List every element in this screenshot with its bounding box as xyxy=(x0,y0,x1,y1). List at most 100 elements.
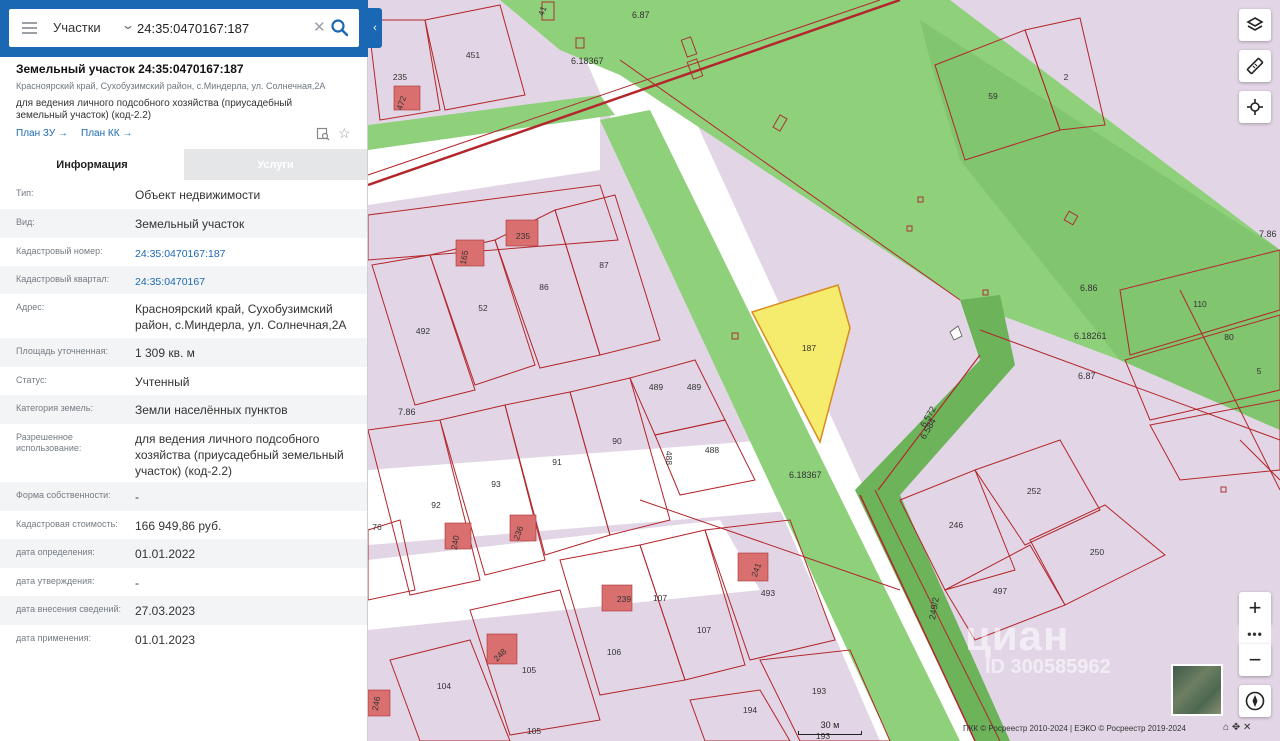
attribution-icons[interactable]: ⌂ ✥ ✕ xyxy=(1223,722,1251,733)
info-row-label: Адрес: xyxy=(16,302,45,312)
zone-number-label: 7.86 xyxy=(398,407,416,417)
info-row: Площадь уточненная: 1 309 кв. м xyxy=(0,338,367,367)
lot-number-label: 93 xyxy=(491,479,501,489)
info-row-label: Разрешенное использование: xyxy=(16,432,82,453)
info-row-label: Кадастровый номер: xyxy=(16,246,103,256)
lot-number-label: 52 xyxy=(478,303,488,313)
plus-icon: + xyxy=(1248,595,1262,620)
clear-icon[interactable]: ✕ xyxy=(313,18,326,36)
ruler-button[interactable] xyxy=(1239,50,1271,82)
lot-number-label: 105 xyxy=(522,665,536,675)
lot-number-label: 104 xyxy=(437,681,451,691)
satellite-minimap[interactable] xyxy=(1171,664,1223,716)
info-row-label: Вид: xyxy=(16,217,35,227)
lot-number-label: 239 xyxy=(617,594,631,604)
tab-bar: Информация Услуги xyxy=(0,149,367,180)
info-row: Тип: Объект недвижимости xyxy=(0,180,367,209)
crosshair-icon xyxy=(1247,99,1263,115)
info-row-value: 01.01.2022 xyxy=(135,547,196,561)
zone-number-label: 6.86 xyxy=(1080,283,1098,293)
layers-icon xyxy=(1246,17,1264,31)
zone-number-label: 6.87 xyxy=(1078,371,1096,381)
search-box: Участки ⌄ ✕ xyxy=(9,9,359,47)
info-row-value: 166 949,86 руб. xyxy=(135,519,222,533)
search-input[interactable] xyxy=(137,16,307,40)
lot-number-label: 497 xyxy=(993,586,1007,596)
info-row: Адрес: Красноярский край, Сухобузимский р… xyxy=(0,294,367,338)
info-row-value: для ведения личного подсобного хозяйства… xyxy=(135,432,344,478)
lot-number-label: 106 xyxy=(607,647,621,657)
info-row: Форма собственности: - xyxy=(0,482,367,511)
info-row-label: Форма собственности: xyxy=(16,490,111,500)
document-search-icon[interactable] xyxy=(316,127,330,141)
info-row: дата определения: 01.01.2022 xyxy=(0,539,367,568)
plan-kk-link[interactable]: План КК → xyxy=(81,128,132,139)
lot-number-label: 235 xyxy=(516,231,530,241)
menu-icon[interactable] xyxy=(22,21,38,35)
object-purpose: для ведения личного подсобного хозяйства… xyxy=(16,98,293,121)
info-row-value: 1 309 кв. м xyxy=(135,346,195,360)
zone-number-label: 6.87 xyxy=(632,10,650,20)
zone-number-label: 6.18261 xyxy=(1074,331,1107,341)
plan-zu-link[interactable]: План ЗУ → xyxy=(16,128,68,139)
search-type-select[interactable]: Участки xyxy=(53,20,101,35)
info-row-label: Статус: xyxy=(16,375,47,385)
object-address: Красноярский край, Сухобузимский район, … xyxy=(16,81,326,91)
info-row-value: Земли населённых пунктов xyxy=(135,403,288,417)
lot-number-label: 91 xyxy=(552,457,562,467)
lot-number-label: 187 xyxy=(802,343,816,353)
info-row-link[interactable]: 24:35:0470167:187 xyxy=(135,246,355,262)
lot-number-label: 193 xyxy=(812,686,826,696)
map-attribution: ПКК © Росреестр 2010-2024 | ЕЭКО © Росре… xyxy=(963,724,1186,733)
lot-number-label: 107 xyxy=(697,625,711,635)
info-row: дата внесения сведений: 27.03.2023 xyxy=(0,596,367,625)
layers-button[interactable] xyxy=(1239,9,1271,41)
watermark-id: ID 300585962 xyxy=(985,656,1111,678)
compass-icon xyxy=(1245,691,1265,711)
zone-number-label: 6.18367 xyxy=(571,56,604,66)
info-row-link[interactable]: 24:35:0470167 xyxy=(135,274,355,290)
watermark: циан xyxy=(965,612,1070,659)
info-panel: Участки ⌄ ✕ Земельный участок 24:35:0470… xyxy=(0,0,368,741)
more-options-button[interactable]: ••• xyxy=(1239,624,1271,644)
info-row: дата утверждения: - xyxy=(0,568,367,596)
search-bar: Участки ⌄ ✕ xyxy=(0,0,368,57)
compass-button[interactable] xyxy=(1239,685,1271,717)
lot-number-label: 86 xyxy=(539,282,549,292)
locate-button[interactable] xyxy=(1239,91,1271,123)
info-row-label: дата определения: xyxy=(16,547,95,557)
info-row-value: Земельный участок xyxy=(135,217,245,231)
search-icon[interactable] xyxy=(330,18,350,38)
chevron-down-icon[interactable]: ⌄ xyxy=(121,18,135,32)
info-row-label: дата применения: xyxy=(16,633,92,643)
zoom-in-button[interactable]: + xyxy=(1239,592,1271,624)
ruler-icon xyxy=(1246,57,1264,75)
star-icon[interactable]: ☆ xyxy=(338,125,351,142)
info-row-label: дата утверждения: xyxy=(16,576,95,586)
collapse-panel-button[interactable]: ‹ xyxy=(368,8,382,48)
lot-number-label: 489 xyxy=(687,382,701,392)
info-row-value: Объект недвижимости xyxy=(135,188,261,202)
tab-services[interactable]: Услуги xyxy=(184,149,367,180)
zoom-out-button[interactable]: − xyxy=(1239,644,1271,676)
lot-number-label: 90 xyxy=(612,436,622,446)
zone-number-label: 6.18367 xyxy=(789,470,822,480)
info-row-label: Категория земель: xyxy=(16,403,93,413)
lot-number-label: 235 xyxy=(393,72,407,82)
lot-number-label: 493 xyxy=(761,588,775,598)
lot-number-label: 105 xyxy=(527,726,541,736)
scale-bar xyxy=(798,731,862,735)
lot-number-label: 87 xyxy=(599,260,609,270)
info-table: Тип: Объект недвижимости Вид: Земельный уча… xyxy=(0,180,367,653)
info-row-label: Кадастровый квартал: xyxy=(16,274,110,284)
info-row: Кадастровый номер: 24:35:0470167:187 xyxy=(0,238,367,266)
info-row: Разрешенное использование: для ведения ли… xyxy=(0,424,367,482)
info-row: Кадастровый квартал: 24:35:0470167 xyxy=(0,266,367,294)
tab-information[interactable]: Информация xyxy=(0,149,184,180)
info-row: дата применения: 01.01.2023 xyxy=(0,625,367,653)
map-scale: 30 м xyxy=(798,720,862,736)
info-row: Вид: Земельный участок xyxy=(0,209,367,238)
info-row-value: Учтенный xyxy=(135,375,190,389)
info-row-label: Тип: xyxy=(16,188,34,198)
info-row-value: 01.01.2023 xyxy=(135,633,196,647)
